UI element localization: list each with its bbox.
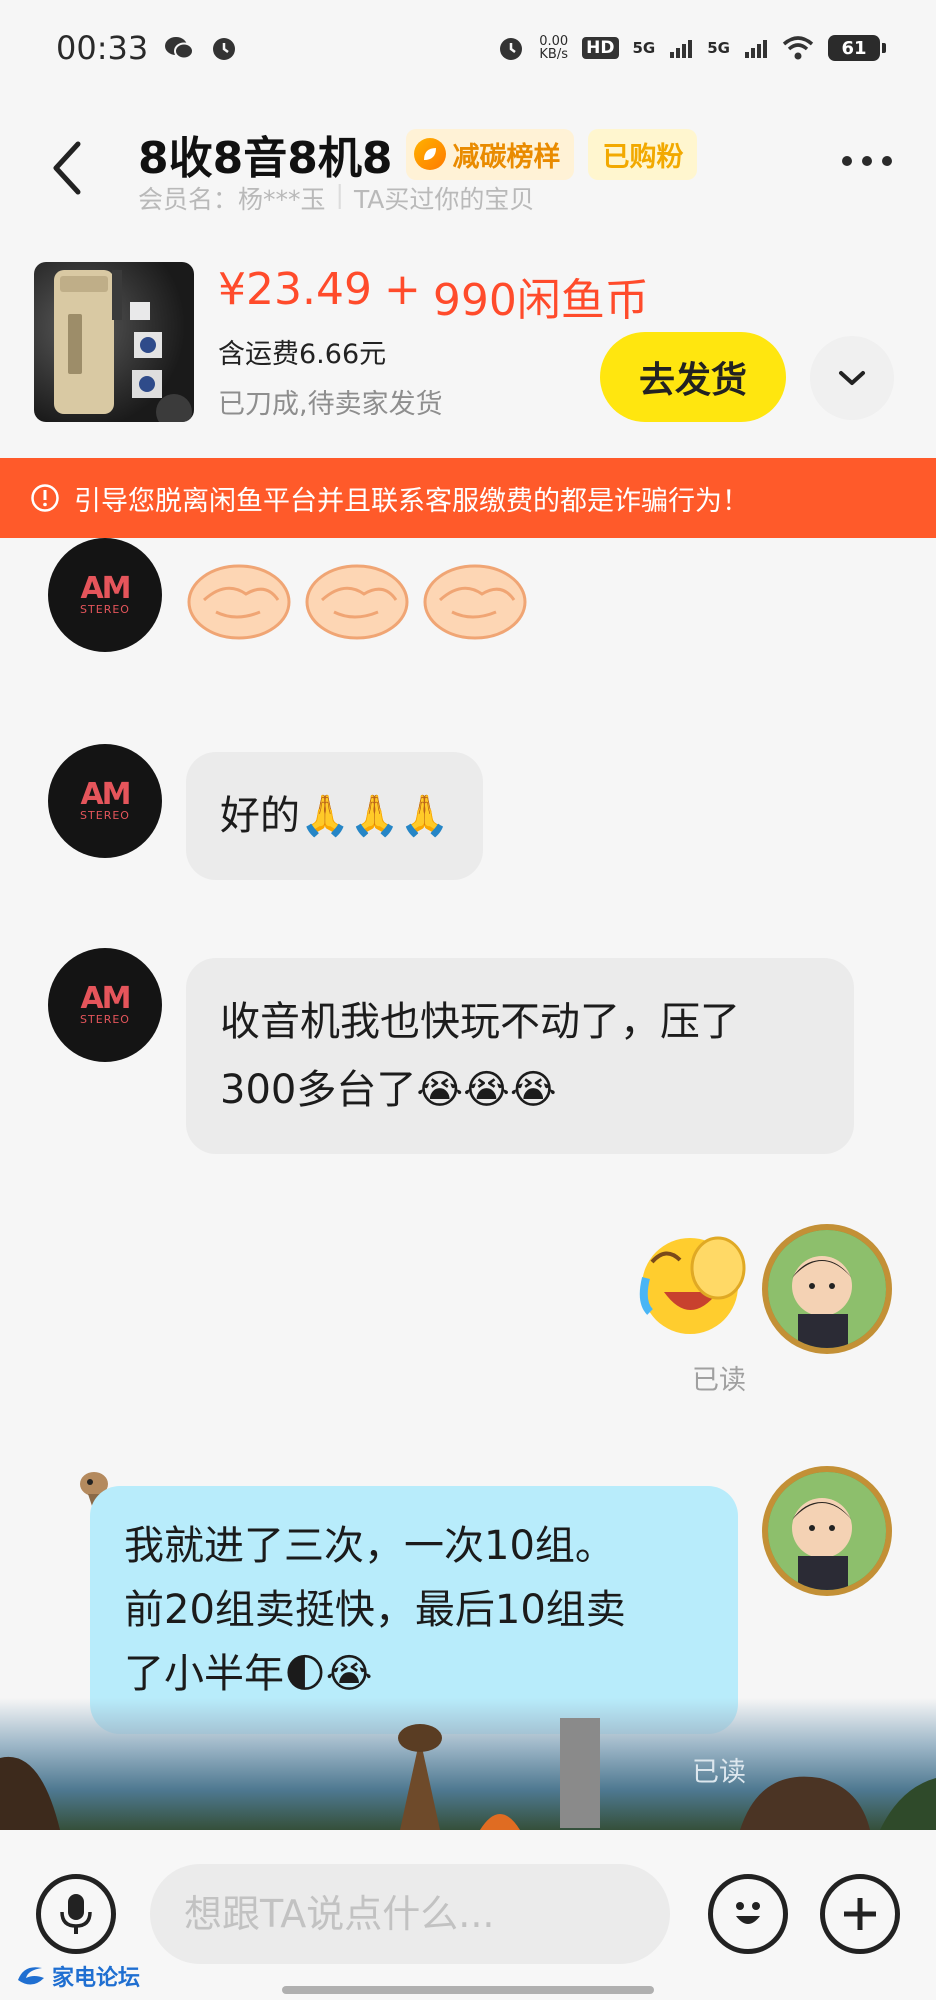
order-status: 已刀成,待卖家发货 [218,389,443,420]
divider: | [335,180,344,209]
alarm-icon [497,34,525,62]
wechat-icon [164,35,195,61]
avatar[interactable]: AM STEREO [48,538,162,652]
avatar-logo-sub: STEREO [80,1013,130,1026]
handshake-emoji-icon [423,564,527,640]
read-status: 已读 [692,1757,746,1788]
message-line: 了小半年🌓😭 [124,1651,373,1697]
status-right: 0.00 KB/s HD 5G 5G 61 [497,34,886,62]
avatar-logo: AM [80,981,131,1016]
expand-button[interactable] [810,336,894,420]
warning-text: 引导您脱离闲鱼平台并且联系客服缴费的都是诈骗行为！ [74,485,749,517]
message-bubble[interactable]: 好的🙏🙏🙏 [186,752,484,880]
plus-icon [844,1898,876,1930]
net-speed-unit: KB/s [539,47,568,62]
read-status: 已读 [692,1365,746,1396]
avatar[interactable]: AM STEREO [48,948,162,1062]
avatar[interactable] [762,1224,892,1354]
signal-5g-label: 5G [632,39,656,57]
crying-emoji-icon[interactable] [636,1232,748,1336]
purchase-note: TA买过你的宝贝 [353,185,535,214]
price-row: ¥23.49 + 990闲鱼币 [218,264,649,328]
leaf-icon [414,138,447,170]
avatar-logo: AM [80,571,131,606]
shipping-fee: 含运费6.66元 [218,339,387,370]
voice-button[interactable] [36,1874,116,1954]
handshake-emoji-icon [305,564,409,640]
message-line: 前20组卖挺快，最后10组卖 [124,1587,626,1633]
emoji-button[interactable] [708,1874,788,1954]
avatar-logo-sub: STEREO [80,603,130,616]
smiley-icon [736,1902,760,1924]
message-line: 300多台了😭😭😭 [220,1067,557,1113]
swirl-logo-icon [18,1967,44,1985]
dot-icon [862,156,872,166]
message-line: 收音机我也快玩不动了，压了 [220,999,740,1045]
signal-5g-label: 5G [707,39,730,57]
handshake-emoji-icon [187,564,291,640]
carbon-badge[interactable]: 减碳榜样 [406,128,575,180]
back-button[interactable] [44,138,92,198]
member-info: 会员名：杨***玉 | TA买过你的宝贝 [138,180,534,216]
fraud-warning-banner: 引导您脱离闲鱼平台并且联系客服缴费的都是诈骗行为！ [0,458,936,538]
net-speed: 0.00 KB/s [539,35,568,61]
product-image[interactable] [34,262,194,422]
message-bubble[interactable]: 我就进了三次，一次10组。 前20组卖挺快，最后10组卖 了小半年🌓😭 [90,1486,738,1734]
coin-price: 990闲鱼币 [432,275,649,326]
alarm-icon [210,34,238,62]
status-left: 00:33 [56,29,238,67]
message-bubble[interactable]: 收音机我也快玩不动了，压了 300多台了😭😭😭 [186,958,854,1154]
avatar-logo-sub: STEREO [80,809,130,822]
price: ¥23.49 [218,264,372,315]
microphone-icon [60,1894,92,1934]
message-input[interactable] [150,1864,670,1964]
title-row: 8收8音8机8 减碳榜样 已购粉 [138,122,698,186]
dot-icon [882,156,892,166]
ship-button[interactable]: 去发货 [600,332,786,422]
member-name: 会员名：杨***玉 [138,185,326,214]
chevron-down-icon [839,371,865,385]
product-card: ¥23.49 + 990闲鱼币 含运费6.66元 已刀成,待卖家发货 去发货 [0,240,936,456]
dot-icon [842,156,852,166]
status-bar: 00:33 0.00 KB/s HD 5G 5G 61 [0,0,936,96]
watermark-logo: 家电论坛 [14,1960,140,1992]
input-bar: 家电论坛 [0,1830,936,2000]
wifi-icon [782,35,814,61]
more-options-button[interactable] [842,156,892,166]
battery-indicator: 61 [828,35,886,61]
chat-messages[interactable]: AM STEREO AM STEREO 好的🙏🙏🙏 AM STEREO 收音机我… [0,538,936,1830]
avatar[interactable]: AM STEREO [48,744,162,858]
chat-header: 8收8音8机8 减碳榜样 已购粉 会员名：杨***玉 | TA买过你的宝贝 [0,96,936,226]
signal-icon [744,38,768,58]
home-indicator[interactable] [282,1986,654,1994]
bought-fan-badge: 已购粉 [588,128,698,180]
alert-icon [31,484,59,512]
message-bubble[interactable] [186,560,528,644]
hd-icon: HD [582,37,619,59]
avatar-logo: AM [80,777,131,812]
chat-background-scene: 已读 [0,1698,936,1830]
add-more-button[interactable] [820,1874,900,1954]
carbon-badge-label: 减碳榜样 [452,141,561,173]
watermark-text: 家电论坛 [52,1966,141,1991]
price-plus: + [383,264,421,315]
avatar[interactable] [762,1466,892,1596]
message-line: 我就进了三次，一次10组。 [124,1523,615,1569]
status-time: 00:33 [56,29,149,67]
signal-icon [669,38,693,58]
chevron-left-icon [53,141,81,195]
page-title: 8收8音8机8 [138,133,393,184]
